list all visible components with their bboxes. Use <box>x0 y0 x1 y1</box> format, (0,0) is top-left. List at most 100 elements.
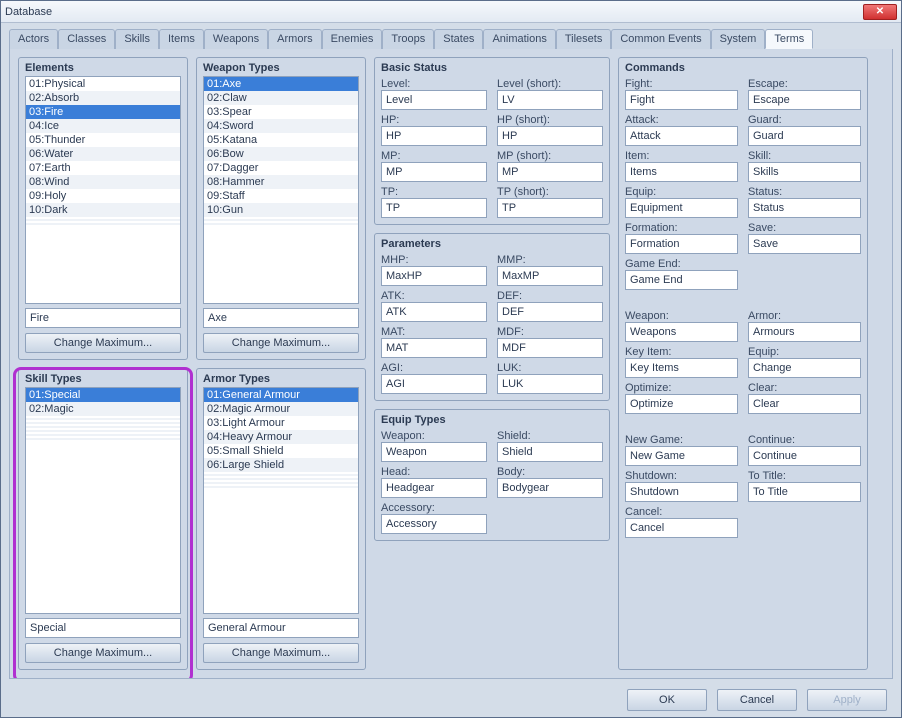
tab-armors[interactable]: Armors <box>268 29 321 49</box>
apply-button[interactable]: Apply <box>807 689 887 711</box>
field-input[interactable] <box>497 442 603 462</box>
tab-weapons[interactable]: Weapons <box>204 29 268 49</box>
armor-types-change-max-button[interactable]: Change Maximum... <box>203 643 359 663</box>
field-input[interactable] <box>625 270 738 290</box>
field-input[interactable] <box>748 234 861 254</box>
list-item[interactable]: 08:Hammer <box>204 175 358 189</box>
field-input[interactable] <box>748 322 861 342</box>
list-item[interactable]: 01:Physical <box>26 77 180 91</box>
list-item[interactable]: 06:Bow <box>204 147 358 161</box>
tab-states[interactable]: States <box>434 29 483 49</box>
skill-types-change-max-button[interactable]: Change Maximum... <box>25 643 181 663</box>
field-input[interactable] <box>625 234 738 254</box>
field-input[interactable] <box>625 518 738 538</box>
field-input[interactable] <box>497 338 603 358</box>
list-item[interactable] <box>26 438 180 440</box>
field-input[interactable] <box>381 374 487 394</box>
tab-tilesets[interactable]: Tilesets <box>556 29 612 49</box>
field-input[interactable] <box>381 442 487 462</box>
list-item[interactable]: 02:Claw <box>204 91 358 105</box>
field-input[interactable] <box>625 126 738 146</box>
tab-items[interactable]: Items <box>159 29 204 49</box>
field-input[interactable] <box>625 198 738 218</box>
tab-troops[interactable]: Troops <box>382 29 434 49</box>
field-input[interactable] <box>625 162 738 182</box>
list-item[interactable]: 01:General Armour <box>204 388 358 402</box>
ok-button[interactable]: OK <box>627 689 707 711</box>
field-input[interactable] <box>381 198 487 218</box>
field-input[interactable] <box>381 266 487 286</box>
list-item[interactable]: 05:Katana <box>204 133 358 147</box>
armor-types-value-input[interactable] <box>203 618 359 638</box>
field-input[interactable] <box>748 126 861 146</box>
field-input[interactable] <box>625 482 738 502</box>
list-item[interactable]: 03:Spear <box>204 105 358 119</box>
weapon-types-change-max-button[interactable]: Change Maximum... <box>203 333 359 353</box>
cancel-button[interactable]: Cancel <box>717 689 797 711</box>
field-input[interactable] <box>381 478 487 498</box>
list-item[interactable]: 03:Fire <box>26 105 180 119</box>
field-input[interactable] <box>748 358 861 378</box>
field-input[interactable] <box>497 374 603 394</box>
field-input[interactable] <box>748 90 861 110</box>
list-item[interactable]: 07:Dagger <box>204 161 358 175</box>
field-input[interactable] <box>748 394 861 414</box>
field-input[interactable] <box>381 514 487 534</box>
tab-classes[interactable]: Classes <box>58 29 115 49</box>
field-input[interactable] <box>625 394 738 414</box>
skill-types-value-input[interactable] <box>25 618 181 638</box>
list-item[interactable]: 02:Magic <box>26 402 180 416</box>
list-item[interactable]: 02:Magic Armour <box>204 402 358 416</box>
list-item[interactable]: 05:Small Shield <box>204 444 358 458</box>
close-button[interactable]: ✕ <box>863 4 897 20</box>
tab-animations[interactable]: Animations <box>483 29 555 49</box>
list-item[interactable]: 09:Holy <box>26 189 180 203</box>
elements-list[interactable]: 01:Physical02:Absorb03:Fire04:Ice05:Thun… <box>25 76 181 304</box>
field-input[interactable] <box>748 482 861 502</box>
field-input[interactable] <box>381 302 487 322</box>
field-input[interactable] <box>748 162 861 182</box>
field-input[interactable] <box>497 478 603 498</box>
list-item[interactable]: 08:Wind <box>26 175 180 189</box>
field-input[interactable] <box>381 162 487 182</box>
list-item[interactable]: 05:Thunder <box>26 133 180 147</box>
field-input[interactable] <box>497 266 603 286</box>
weapon-types-value-input[interactable] <box>203 308 359 328</box>
list-item[interactable]: 04:Heavy Armour <box>204 430 358 444</box>
armor-types-list[interactable]: 01:General Armour02:Magic Armour03:Light… <box>203 387 359 615</box>
tab-enemies[interactable]: Enemies <box>322 29 383 49</box>
list-item[interactable] <box>26 223 180 225</box>
field-input[interactable] <box>748 446 861 466</box>
tab-common-events[interactable]: Common Events <box>611 29 710 49</box>
tab-actors[interactable]: Actors <box>9 29 58 49</box>
field-input[interactable] <box>497 162 603 182</box>
list-item[interactable] <box>204 223 358 225</box>
field-input[interactable] <box>625 446 738 466</box>
list-item[interactable] <box>204 486 358 488</box>
field-input[interactable] <box>381 338 487 358</box>
list-item[interactable]: 02:Absorb <box>26 91 180 105</box>
field-input[interactable] <box>381 126 487 146</box>
list-item[interactable]: 03:Light Armour <box>204 416 358 430</box>
field-input[interactable] <box>625 90 738 110</box>
elements-value-input[interactable] <box>25 308 181 328</box>
field-input[interactable] <box>497 198 603 218</box>
field-input[interactable] <box>625 322 738 342</box>
field-input[interactable] <box>625 358 738 378</box>
list-item[interactable]: 06:Water <box>26 147 180 161</box>
elements-change-max-button[interactable]: Change Maximum... <box>25 333 181 353</box>
list-item[interactable]: 04:Sword <box>204 119 358 133</box>
list-item[interactable]: 01:Special <box>26 388 180 402</box>
list-item[interactable]: 09:Staff <box>204 189 358 203</box>
list-item[interactable]: 01:Axe <box>204 77 358 91</box>
list-item[interactable]: 06:Large Shield <box>204 458 358 472</box>
field-input[interactable] <box>497 126 603 146</box>
list-item[interactable]: 07:Earth <box>26 161 180 175</box>
tab-system[interactable]: System <box>711 29 766 49</box>
tab-skills[interactable]: Skills <box>115 29 159 49</box>
field-input[interactable] <box>497 302 603 322</box>
skill-types-list[interactable]: 01:Special02:Magic <box>25 387 181 615</box>
field-input[interactable] <box>748 198 861 218</box>
weapon-types-list[interactable]: 01:Axe02:Claw03:Spear04:Sword05:Katana06… <box>203 76 359 304</box>
tab-terms[interactable]: Terms <box>765 29 813 49</box>
